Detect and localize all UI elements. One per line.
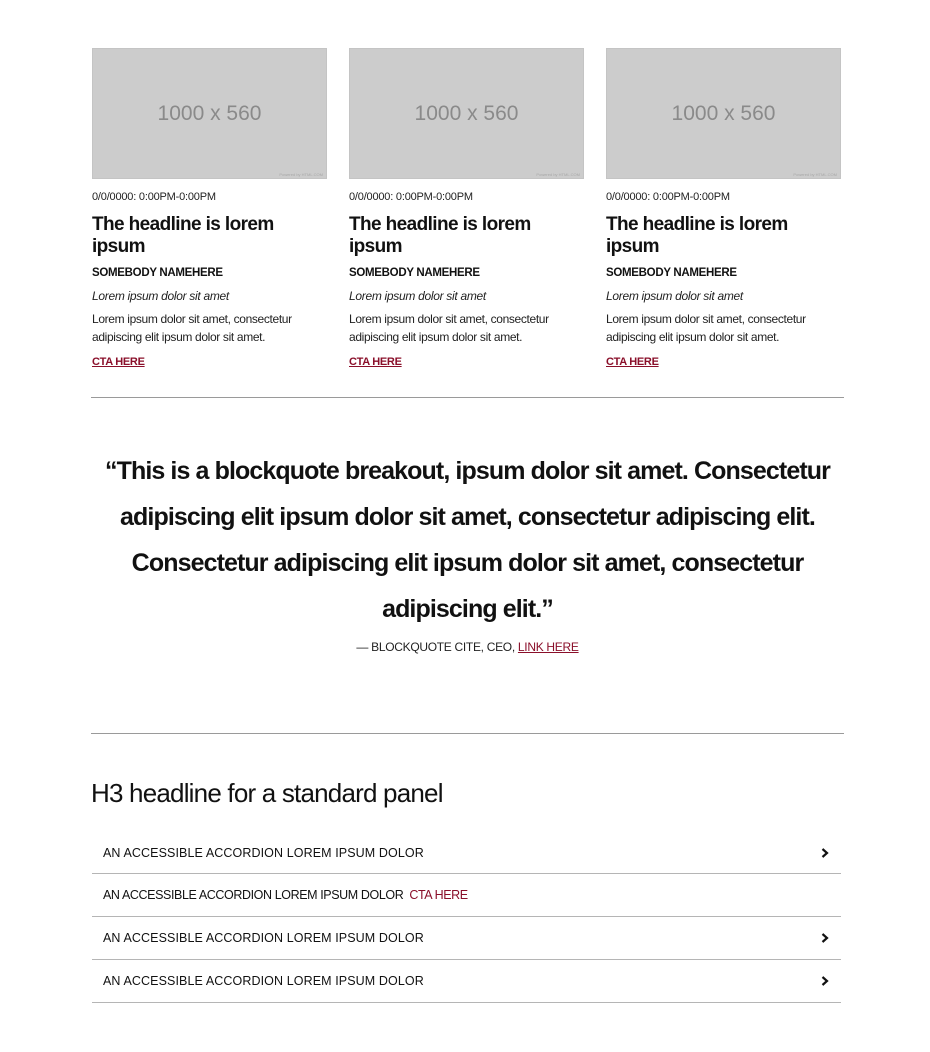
- card-image-placeholder[interactable]: 1000 x 560 Powered by HTML.COM: [92, 48, 327, 179]
- chevron-right-icon: [821, 847, 829, 858]
- accordion-item[interactable]: AN ACCESSIBLE ACCORDION LOREM IPSUM DOLO…: [92, 874, 841, 917]
- card-headline[interactable]: The headline is lorem ipsum: [349, 214, 584, 258]
- accordion-item-label: AN ACCESSIBLE ACCORDION LOREM IPSUM DOLO…: [103, 931, 424, 945]
- card-body: Lorem ipsum dolor sit amet, consectetur …: [92, 312, 292, 344]
- blockquote-cite-text: — BLOCKQUOTE CITE, CEO,: [356, 640, 515, 654]
- card-date: 0/0/0000: 0:00PM-0:00PM: [349, 191, 473, 203]
- accordion: AN ACCESSIBLE ACCORDION LOREM IPSUM DOLO…: [92, 832, 841, 1003]
- image-size-label: 1000 x 560: [157, 101, 262, 125]
- card-cta-link[interactable]: CTA HERE: [349, 356, 402, 368]
- image-size-label: 1000 x 560: [671, 101, 776, 125]
- card-dek: Lorem ipsum dolor sit amet: [349, 289, 486, 303]
- event-card: 1000 x 560 Powered by HTML.COM 0/0/0000:…: [92, 48, 327, 370]
- image-credit: Powered by HTML.COM: [279, 172, 323, 177]
- accordion-item[interactable]: AN ACCESSIBLE ACCORDION LOREM IPSUM DOLO…: [92, 917, 841, 960]
- event-card: 1000 x 560 Powered by HTML.COM 0/0/0000:…: [606, 48, 841, 370]
- chevron-right-icon: [821, 933, 829, 943]
- card-body: Lorem ipsum dolor sit amet, consectetur …: [349, 312, 549, 344]
- chevron-right-icon: [821, 976, 829, 986]
- accordion-item-label: AN ACCESSIBLE ACCORDION LOREM IPSUM DOLO…: [103, 845, 424, 860]
- image-size-label: 1000 x 560: [414, 101, 519, 125]
- card-dek: Lorem ipsum dolor sit amet: [606, 289, 743, 303]
- panel-title: H3 headline for a standard panel: [91, 778, 443, 808]
- card-body: Lorem ipsum dolor sit amet, consectetur …: [606, 312, 806, 344]
- accordion-item-label: AN ACCESSIBLE ACCORDION LOREM IPSUM DOLO…: [103, 974, 424, 988]
- card-image-placeholder[interactable]: 1000 x 560 Powered by HTML.COM: [606, 48, 841, 179]
- section-divider: [91, 397, 844, 398]
- card-cta-link[interactable]: CTA HERE: [606, 356, 659, 368]
- card-headline[interactable]: The headline is lorem ipsum: [92, 214, 327, 258]
- card-byline: SOMEBODY NAMEHERE: [349, 267, 480, 279]
- card-date: 0/0/0000: 0:00PM-0:00PM: [606, 191, 730, 203]
- card-byline: SOMEBODY NAMEHERE: [606, 267, 737, 279]
- accordion-item[interactable]: AN ACCESSIBLE ACCORDION LOREM IPSUM DOLO…: [92, 832, 841, 874]
- card-dek: Lorem ipsum dolor sit amet: [92, 289, 229, 303]
- page: 1000 x 560 Powered by HTML.COM 0/0/0000:…: [0, 0, 930, 1052]
- accordion-item[interactable]: AN ACCESSIBLE ACCORDION LOREM IPSUM DOLO…: [92, 960, 841, 1003]
- blockquote-text: “This is a blockquote breakout, ipsum do…: [105, 457, 831, 623]
- card-date: 0/0/0000: 0:00PM-0:00PM: [92, 191, 216, 203]
- image-credit: Powered by HTML.COM: [793, 172, 837, 177]
- accordion-item-label: AN ACCESSIBLE ACCORDION LOREM IPSUM DOLO…: [103, 888, 404, 902]
- card-headline[interactable]: The headline is lorem ipsum: [606, 214, 841, 258]
- image-credit: Powered by HTML.COM: [536, 172, 580, 177]
- card-byline: SOMEBODY NAMEHERE: [92, 267, 223, 279]
- card-cta-link[interactable]: CTA HERE: [92, 356, 145, 368]
- section-divider: [91, 733, 844, 734]
- event-card: 1000 x 560 Powered by HTML.COM 0/0/0000:…: [349, 48, 584, 370]
- card-image-placeholder[interactable]: 1000 x 560 Powered by HTML.COM: [349, 48, 584, 179]
- card-row: 1000 x 560 Powered by HTML.COM 0/0/0000:…: [92, 48, 841, 370]
- blockquote-cite: — BLOCKQUOTE CITE, CEO, LINK HERE: [91, 640, 844, 654]
- blockquote: “This is a blockquote breakout, ipsum do…: [91, 448, 844, 654]
- accordion-cta-link[interactable]: CTA HERE: [409, 888, 468, 902]
- blockquote-cite-link[interactable]: LINK HERE: [518, 640, 579, 654]
